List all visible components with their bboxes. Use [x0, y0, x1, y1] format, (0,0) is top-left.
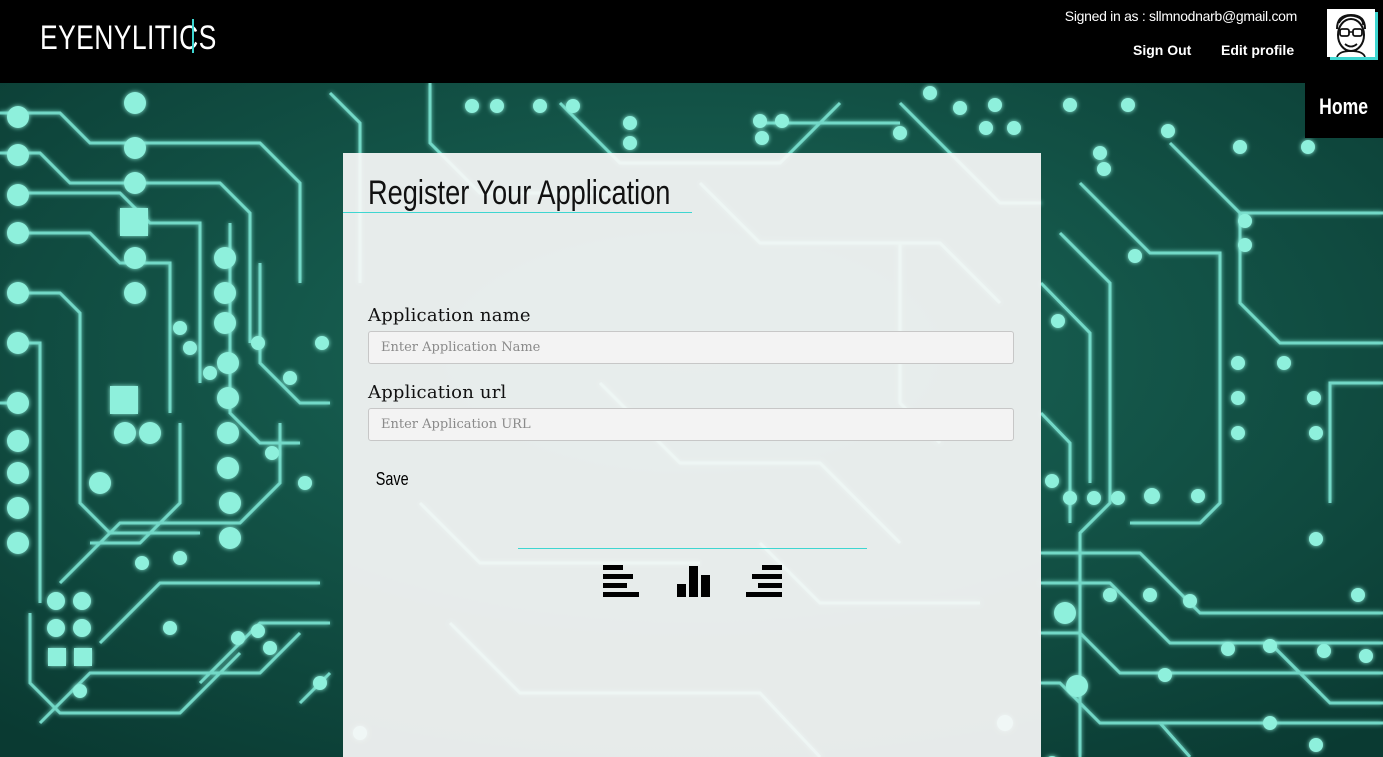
title-underline [343, 212, 692, 213]
application-name-input[interactable] [368, 331, 1014, 364]
page-title: Register Your Application [368, 174, 671, 212]
application-url-label: Application url [368, 382, 507, 403]
edit-profile-link[interactable]: Edit profile [1221, 42, 1294, 58]
user-portrait-icon [1327, 9, 1375, 57]
top-header: EYENYLITICS Signed in as : sllmnodnarb@g… [0, 0, 1383, 83]
register-application-card: Register Your Application Application na… [343, 153, 1041, 757]
application-name-label: Application name [368, 305, 531, 326]
section-divider [518, 548, 867, 549]
sign-out-link[interactable]: Sign Out [1133, 42, 1191, 58]
signed-in-text: Signed in as : sllmnodnarb@gmail.com [1064, 8, 1298, 24]
avatar[interactable] [1327, 9, 1375, 57]
save-button[interactable]: Save [371, 467, 413, 492]
align-right-icon[interactable] [745, 564, 783, 600]
align-left-icon[interactable] [602, 564, 640, 600]
nav-home-tab[interactable]: Home [1305, 83, 1383, 138]
bar-chart-icon[interactable] [675, 564, 713, 600]
application-url-input[interactable] [368, 408, 1014, 441]
brand-logo[interactable]: EYENYLITICS [40, 18, 217, 58]
brand-divider [192, 19, 194, 53]
nav-home-label: Home [1319, 94, 1369, 119]
